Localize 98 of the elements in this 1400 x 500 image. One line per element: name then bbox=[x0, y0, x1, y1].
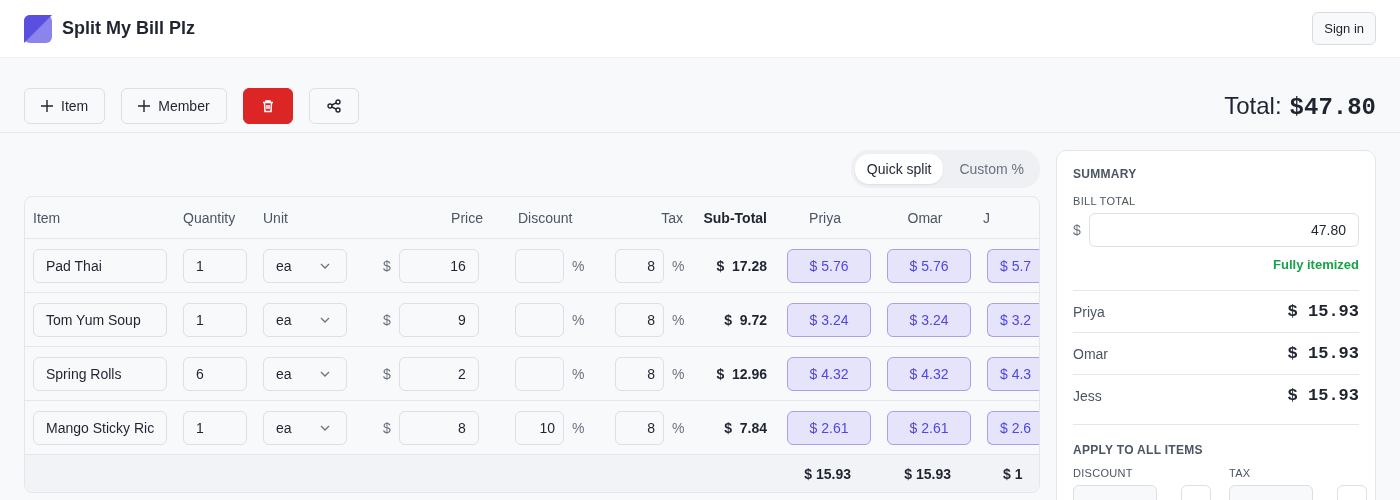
percent-sign: % bbox=[572, 257, 585, 274]
percent-sign: % bbox=[572, 311, 585, 328]
person-name: Jess bbox=[1073, 387, 1102, 404]
tax-label: TAX bbox=[1229, 467, 1252, 479]
subtotal-value: $ 7.84 bbox=[724, 419, 767, 436]
share-amount-button[interactable]: $ 4.32 bbox=[887, 356, 971, 391]
item-name-field[interactable]: Mango Sticky Ric bbox=[33, 410, 167, 445]
share-amount-button[interactable]: $ 5.76 bbox=[887, 248, 971, 283]
unit-select[interactable]: ea bbox=[263, 302, 347, 337]
share-amount-button[interactable]: $ 2.61 bbox=[887, 410, 971, 445]
split-mode-tab[interactable]: Quick split bbox=[854, 154, 944, 184]
bill-total-label: BILL TOTAL bbox=[1073, 195, 1137, 207]
share-amount-button[interactable]: $ 3.2 bbox=[987, 302, 1039, 337]
quantity-field[interactable]: 1 bbox=[183, 410, 247, 445]
share-amount-button[interactable]: $ 3.24 bbox=[887, 302, 971, 337]
chevron-down-icon bbox=[320, 370, 330, 377]
price-field[interactable]: 9 bbox=[398, 302, 479, 337]
share-button[interactable] bbox=[308, 88, 359, 124]
currency-symbol: $ bbox=[383, 365, 391, 382]
item-name-field[interactable]: Tom Yum Soup bbox=[33, 302, 167, 337]
discount-field[interactable] bbox=[515, 356, 564, 391]
add-member-button[interactable]: Member bbox=[121, 88, 227, 124]
discount-label: DISCOUNT bbox=[1073, 467, 1134, 479]
trash-icon bbox=[260, 99, 275, 113]
percent-sign: % bbox=[572, 365, 585, 382]
quantity-field[interactable]: 1 bbox=[183, 248, 247, 283]
quantity-field[interactable]: 1 bbox=[183, 302, 247, 337]
app-title: Split My Bill Plz bbox=[62, 18, 195, 39]
column-header: Discount bbox=[517, 209, 574, 226]
subtotal-value: $ 17.28 bbox=[716, 257, 767, 274]
delete-button[interactable] bbox=[242, 88, 293, 124]
currency-symbol: $ bbox=[1073, 222, 1081, 238]
person-amount: $ 15.93 bbox=[1287, 386, 1359, 405]
price-field[interactable]: 2 bbox=[398, 356, 479, 391]
currency-symbol: $ bbox=[383, 257, 391, 274]
total-value: $47.80 bbox=[1289, 93, 1376, 121]
column-header: Sub-Total bbox=[702, 209, 767, 226]
sign-in-button[interactable]: Sign in bbox=[1312, 12, 1376, 45]
currency-symbol: $ bbox=[383, 311, 391, 328]
person-name: Priya bbox=[1073, 303, 1105, 320]
column-header: Price bbox=[450, 209, 483, 226]
summary-heading: SUMMARY bbox=[1073, 167, 1138, 181]
member-column-header: J bbox=[982, 209, 991, 226]
share-amount-button[interactable]: $ 5.76 bbox=[787, 248, 871, 283]
person-amount: $ 15.93 bbox=[1287, 344, 1359, 363]
discount-field[interactable] bbox=[515, 248, 564, 283]
share-amount-button[interactable]: $ 4.3 bbox=[987, 356, 1039, 391]
share-amount-button[interactable]: $ 3.24 bbox=[787, 302, 871, 337]
subtotal-value: $ 9.72 bbox=[724, 311, 767, 328]
discount-field[interactable] bbox=[515, 302, 564, 337]
chevron-down-icon bbox=[320, 262, 330, 269]
price-field[interactable]: 16 bbox=[398, 248, 479, 283]
item-name-field[interactable]: Spring Rolls bbox=[33, 356, 167, 391]
share-amount-button[interactable]: $ 5.7 bbox=[987, 248, 1039, 283]
unit-select[interactable]: ea bbox=[263, 356, 347, 391]
column-header: Item bbox=[32, 209, 62, 226]
item-name-field[interactable]: Pad Thai bbox=[33, 248, 167, 283]
member-total: $ 1 bbox=[1002, 465, 1024, 482]
quantity-field[interactable]: 6 bbox=[183, 356, 247, 391]
share-icon bbox=[326, 99, 341, 113]
share-amount-button[interactable]: $ 4.32 bbox=[787, 356, 871, 391]
discount-field[interactable]: 10 bbox=[515, 410, 564, 445]
member-column-header: Omar bbox=[906, 209, 944, 226]
plus-icon bbox=[138, 100, 151, 112]
plus-icon bbox=[41, 100, 53, 112]
person-name: Omar bbox=[1073, 345, 1108, 362]
split-mode-tab[interactable]: Custom % bbox=[947, 154, 1036, 184]
share-amount-button[interactable]: $ 2.6 bbox=[987, 410, 1039, 445]
unit-select[interactable]: ea bbox=[263, 410, 347, 445]
share-amount-button[interactable]: $ 2.61 bbox=[787, 410, 871, 445]
percent-sign: % bbox=[672, 419, 685, 436]
total-label: Total: bbox=[1224, 91, 1282, 120]
add-item-button[interactable]: Item bbox=[24, 88, 106, 124]
column-header: Quantity bbox=[183, 209, 237, 226]
tax-field[interactable]: 8 bbox=[615, 356, 664, 391]
unit-select[interactable]: ea bbox=[263, 248, 347, 283]
chevron-down-icon bbox=[320, 424, 330, 431]
itemized-status: Fully itemized bbox=[1273, 257, 1359, 272]
percent-sign: % bbox=[672, 311, 685, 328]
column-header: Tax bbox=[660, 209, 683, 226]
percent-sign: % bbox=[672, 257, 685, 274]
member-column-header: Priya bbox=[808, 209, 842, 226]
member-total: $ 15.93 bbox=[803, 465, 852, 482]
logo-icon bbox=[24, 14, 52, 43]
price-field[interactable]: 8 bbox=[398, 410, 479, 445]
member-total: $ 15.93 bbox=[903, 465, 952, 482]
tax-field[interactable]: 8 bbox=[615, 302, 664, 337]
apply-all-heading: APPLY TO ALL ITEMS bbox=[1073, 443, 1204, 457]
subtotal-value: $ 12.96 bbox=[716, 365, 767, 382]
currency-symbol: $ bbox=[383, 419, 391, 436]
chevron-down-icon bbox=[320, 316, 330, 323]
person-amount: $ 15.93 bbox=[1287, 302, 1359, 321]
tax-field[interactable]: 8 bbox=[615, 248, 664, 283]
percent-sign: % bbox=[572, 419, 585, 436]
bill-total-field[interactable]: 47.80 bbox=[1088, 213, 1359, 247]
column-header: Unit bbox=[263, 209, 289, 226]
tax-field[interactable]: 8 bbox=[615, 410, 664, 445]
percent-sign: % bbox=[672, 365, 685, 382]
